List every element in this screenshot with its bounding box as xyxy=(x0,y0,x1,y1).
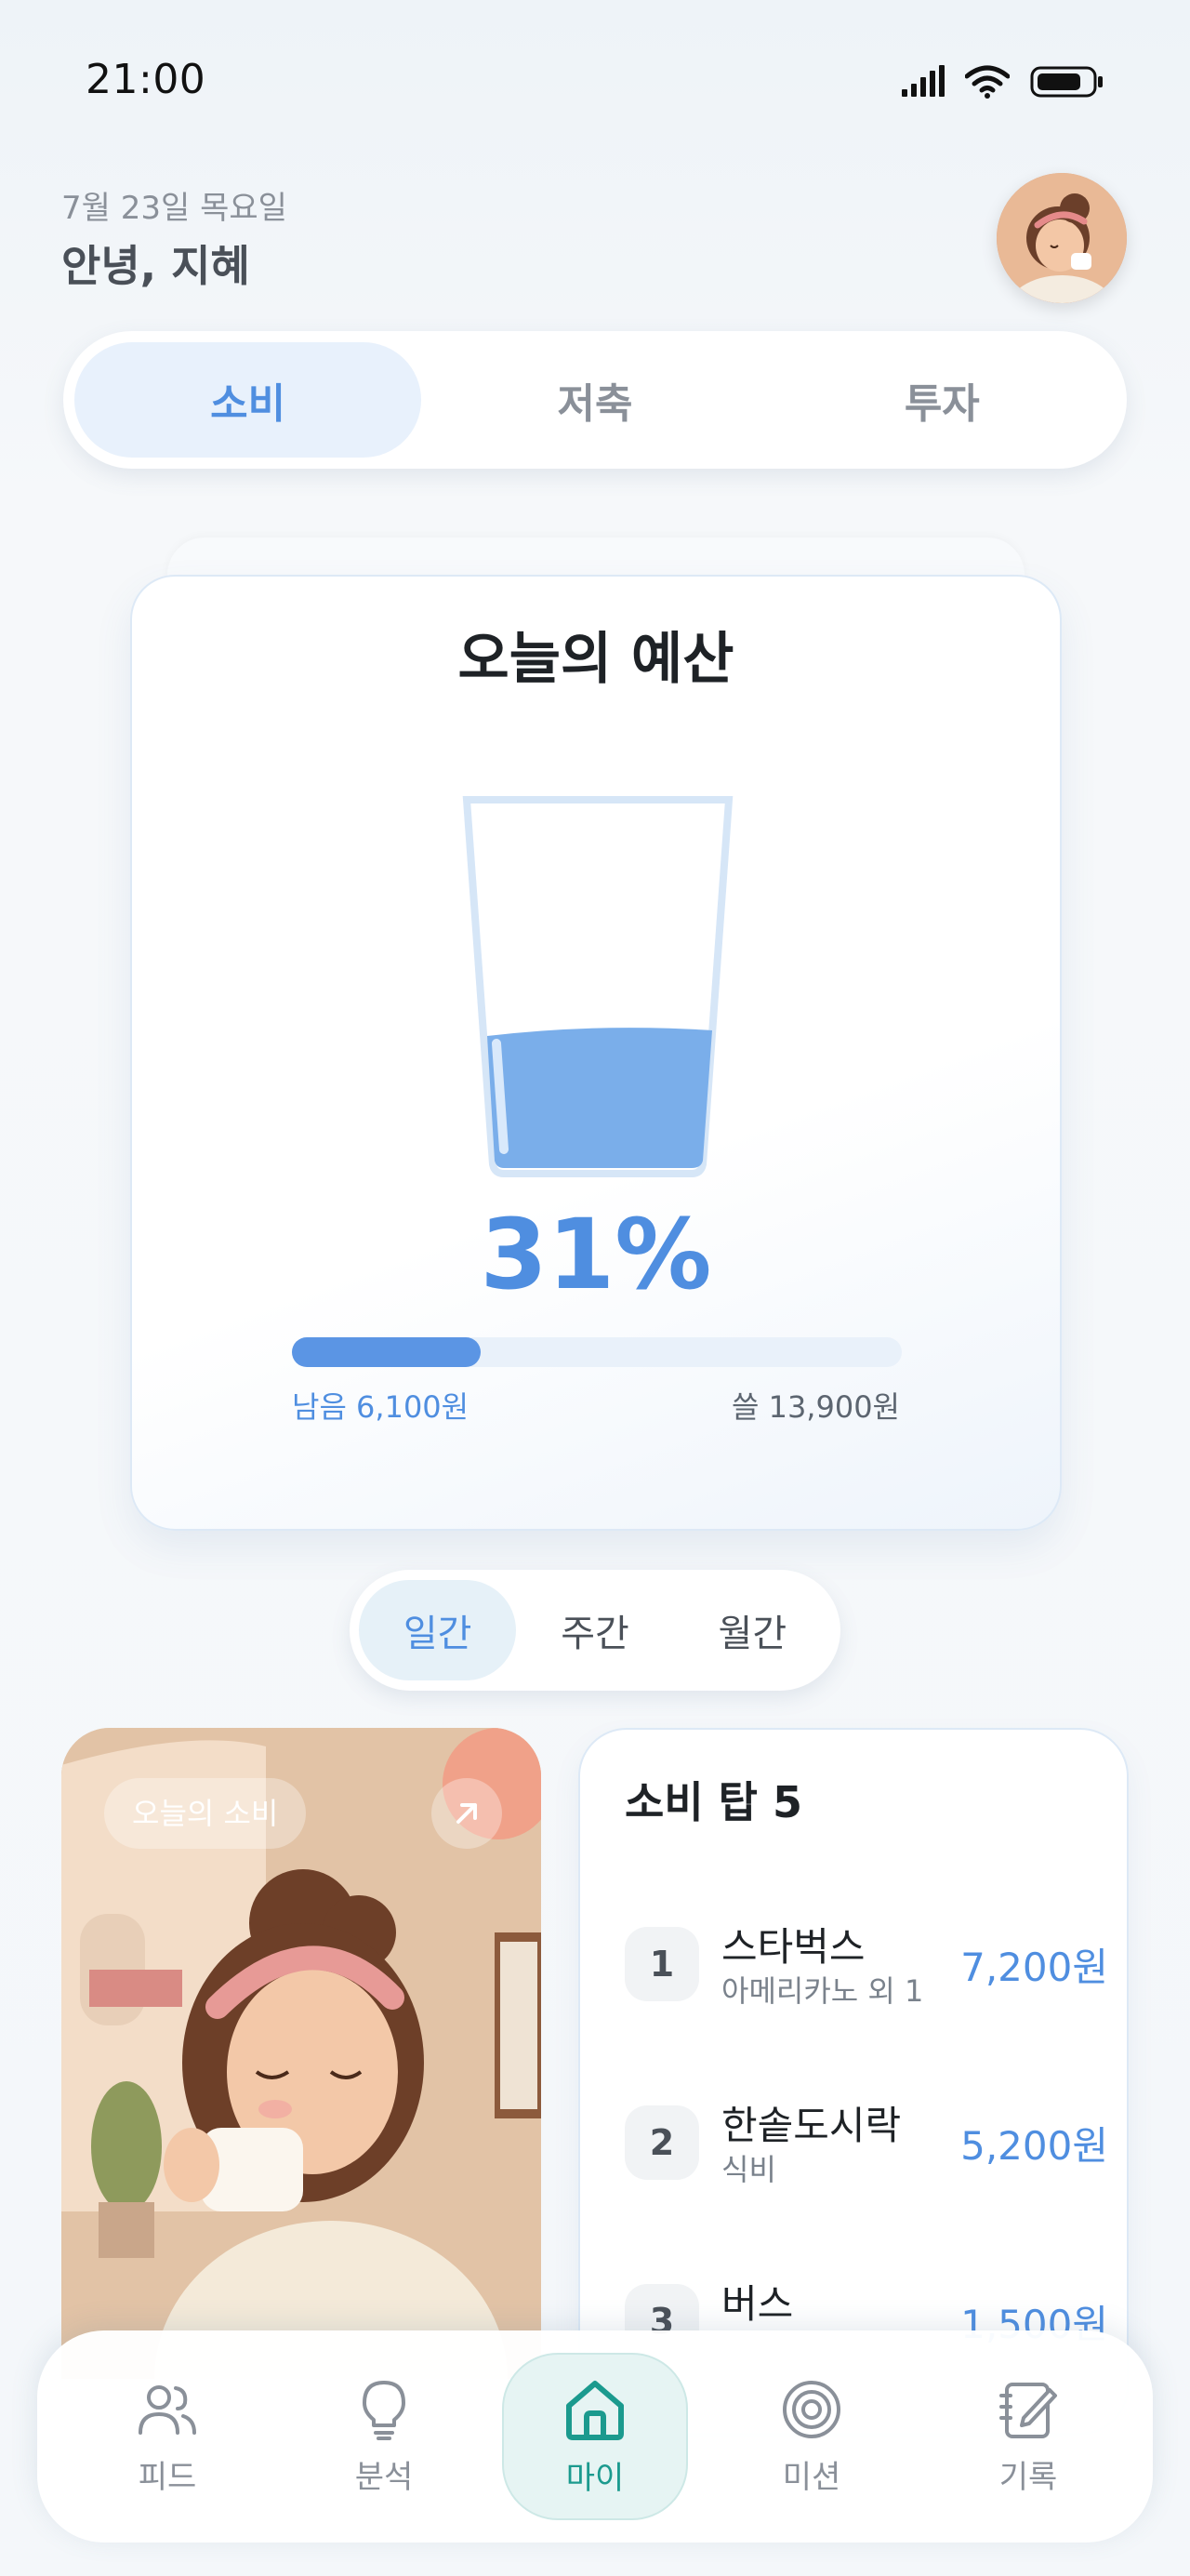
screen: 21:00 7월 23일 목요일 안녕, 지혜 소비 저축 투자 오늘의 예산 … xyxy=(0,0,1190,2576)
period-toggle: 일간 주간 월간 xyxy=(350,1570,840,1691)
battery-icon xyxy=(1030,66,1103,98)
home-icon xyxy=(566,2380,624,2440)
category-tabs: 소비 저축 투자 xyxy=(63,331,1127,469)
nav-analysis[interactable]: 분석 xyxy=(291,2353,477,2520)
nav-label: 피드 xyxy=(138,2458,197,2496)
wifi-icon xyxy=(965,65,1010,99)
budget-card[interactable]: 오늘의 예산 31% 남음 6,100원 쓸 13,900원 xyxy=(130,575,1062,1531)
spend-amount: 5,200원 xyxy=(960,2123,1108,2169)
water-glass-icon xyxy=(462,796,734,1177)
date-label: 7월 23일 목요일 xyxy=(61,190,287,227)
merchant-name: 버스 xyxy=(721,2281,794,2327)
nav-my[interactable]: 마이 xyxy=(502,2353,688,2520)
photo-card-label: 오늘의 소비 xyxy=(104,1778,307,1849)
status-icons xyxy=(900,65,1104,99)
spend-amount: 7,200원 xyxy=(960,1945,1108,1990)
remaining-amount: 남음 6,100원 xyxy=(292,1389,469,1425)
avatar-illustration xyxy=(997,173,1127,303)
merchant-detail: 식비 xyxy=(721,2152,776,2187)
target-icon xyxy=(783,2380,840,2438)
period-daily[interactable]: 일간 xyxy=(359,1580,517,1680)
lightbulb-icon xyxy=(363,2380,405,2440)
bottom-nav: 피드 분석 마이 미션 기록 xyxy=(37,2330,1153,2543)
nav-label: 기록 xyxy=(998,2458,1058,2496)
status-bar: 21:00 xyxy=(0,0,1190,139)
budget-title: 오늘의 예산 xyxy=(457,627,734,692)
signal-icon xyxy=(902,65,945,97)
rank-badge: 2 xyxy=(625,2105,699,2180)
nav-label: 분석 xyxy=(354,2458,414,2496)
top5-card[interactable]: 소비 탑 5 1 스타벅스 아메리카노 외 1 7,200원 2 한솥도시락 식… xyxy=(578,1728,1129,2435)
top5-title: 소비 탑 5 xyxy=(625,1777,802,1827)
tab-spending[interactable]: 소비 xyxy=(74,342,422,458)
nav-label: 마이 xyxy=(565,2459,625,2497)
merchant-name: 스타벅스 xyxy=(721,1924,866,1970)
rank-badge: 1 xyxy=(625,1927,699,2001)
period-weekly[interactable]: 주간 xyxy=(516,1580,673,1680)
tab-investment[interactable]: 투자 xyxy=(769,342,1116,458)
today-spending-photo-card[interactable]: 오늘의 소비 xyxy=(61,1728,541,2379)
avatar[interactable] xyxy=(997,173,1127,303)
tab-saving[interactable]: 저축 xyxy=(421,342,768,458)
notebook-edit-icon xyxy=(999,2382,1057,2438)
period-monthly[interactable]: 월간 xyxy=(674,1580,831,1680)
nav-feed[interactable]: 피드 xyxy=(74,2353,260,2520)
merchant-detail: 아메리카노 외 1 xyxy=(721,1973,924,2009)
status-time: 21:00 xyxy=(86,56,206,103)
greeting: 안녕, 지혜 xyxy=(61,241,250,291)
open-arrow-button[interactable] xyxy=(431,1778,502,1849)
users-icon xyxy=(139,2384,196,2435)
list-item[interactable]: 1 스타벅스 아메리카노 외 1 7,200원 xyxy=(625,1908,1108,2020)
merchant-name: 한솥도시락 xyxy=(721,2103,902,2148)
nav-record[interactable]: 기록 xyxy=(935,2353,1121,2520)
nav-label: 미션 xyxy=(782,2458,841,2496)
budget-progress-fill xyxy=(292,1337,482,1367)
spent-amount: 쓸 13,900원 xyxy=(731,1389,900,1425)
budget-percent: 31% xyxy=(480,1198,712,1311)
budget-progress-bar xyxy=(292,1337,902,1367)
nav-mission[interactable]: 미션 xyxy=(719,2353,905,2520)
arrow-up-right-icon xyxy=(456,1803,477,1824)
list-item[interactable]: 2 한솥도시락 식비 5,200원 xyxy=(625,2087,1108,2198)
